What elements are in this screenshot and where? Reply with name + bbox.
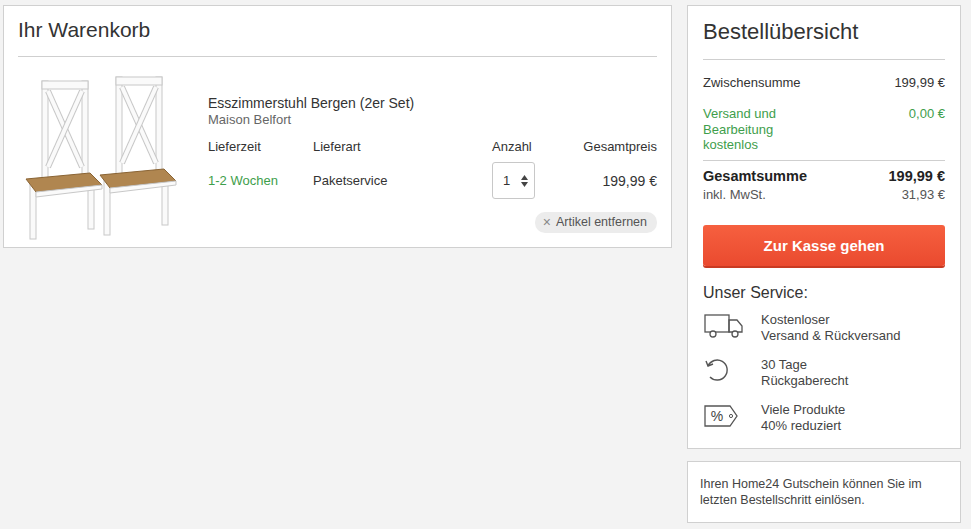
close-icon: × — [543, 214, 551, 230]
cart-item: Esszimmerstuhl Bergen (2er Set)Maison Be… — [18, 73, 657, 241]
column-header: Anzahl — [492, 139, 532, 155]
service-item: %Viele Produkte40% reduziert — [703, 402, 945, 434]
column-header: Lieferart — [313, 139, 361, 155]
item-details: Esszimmerstuhl Bergen (2er Set)Maison Be… — [208, 95, 657, 241]
sidebar: Bestellübersicht Zwischensumme199,99 € Ver… — [687, 5, 961, 523]
return-arrow-icon — [704, 358, 744, 384]
summary-title: Bestellübersicht — [703, 6, 945, 46]
stepper-icon — [521, 174, 528, 188]
column-header: Gesamtpreis — [583, 139, 657, 155]
product-image — [18, 73, 186, 241]
item-total: 199,99 € — [603, 173, 658, 189]
divider — [703, 160, 945, 161]
column-header: Lieferzeit — [208, 139, 261, 155]
item-info: Lieferzeit Lieferart Anzahl Gesamtpreis 1-2 … — [208, 139, 657, 199]
cart-page: Ihr Warenkorb Esszimmerstuhl Bergen (2er … — [0, 0, 971, 523]
product-brand: Maison Belfort — [208, 112, 657, 128]
order-summary: Bestellübersicht Zwischensumme199,99 € Ver… — [687, 5, 961, 449]
service-item: 30 TageRückgaberecht — [703, 357, 945, 389]
divider — [18, 56, 657, 57]
total-row: Gesamtsumme199,99 € — [703, 167, 945, 185]
divider — [703, 59, 945, 60]
checkout-button[interactable]: Zur Kasse gehen — [703, 225, 945, 266]
summary-row: Versand undBearbeitungkostenlos0,00 € — [703, 106, 945, 153]
service-title: Unser Service: — [703, 283, 945, 303]
remove-item-button[interactable]: ×Artikel entfernen — [535, 212, 657, 233]
cart-panel: Ihr Warenkorb Esszimmerstuhl Bergen (2er … — [3, 5, 672, 248]
voucher-note: Ihren Home24 Gutschein können Sie imletz… — [687, 461, 961, 523]
cart-title: Ihr Warenkorb — [18, 6, 657, 42]
price-tag-icon: % — [704, 403, 744, 429]
tax-row: inkl. MwSt.31,93 € — [703, 187, 945, 202]
quantity-select[interactable]: 1 — [492, 162, 535, 199]
summary-row: Zwischensumme199,99 € — [703, 75, 945, 91]
delivery-type: Paketservice — [313, 173, 492, 189]
product-name[interactable]: Esszimmerstuhl Bergen (2er Set) — [208, 95, 657, 112]
truck-icon — [704, 313, 744, 339]
delivery-time: 1-2 Wochen — [208, 173, 313, 189]
service-list: KostenloserVersand & Rückversand 30 TageR… — [703, 312, 945, 434]
service-item: KostenloserVersand & Rückversand — [703, 312, 945, 344]
svg-text:%: % — [711, 408, 723, 424]
product-image-box — [18, 73, 186, 241]
